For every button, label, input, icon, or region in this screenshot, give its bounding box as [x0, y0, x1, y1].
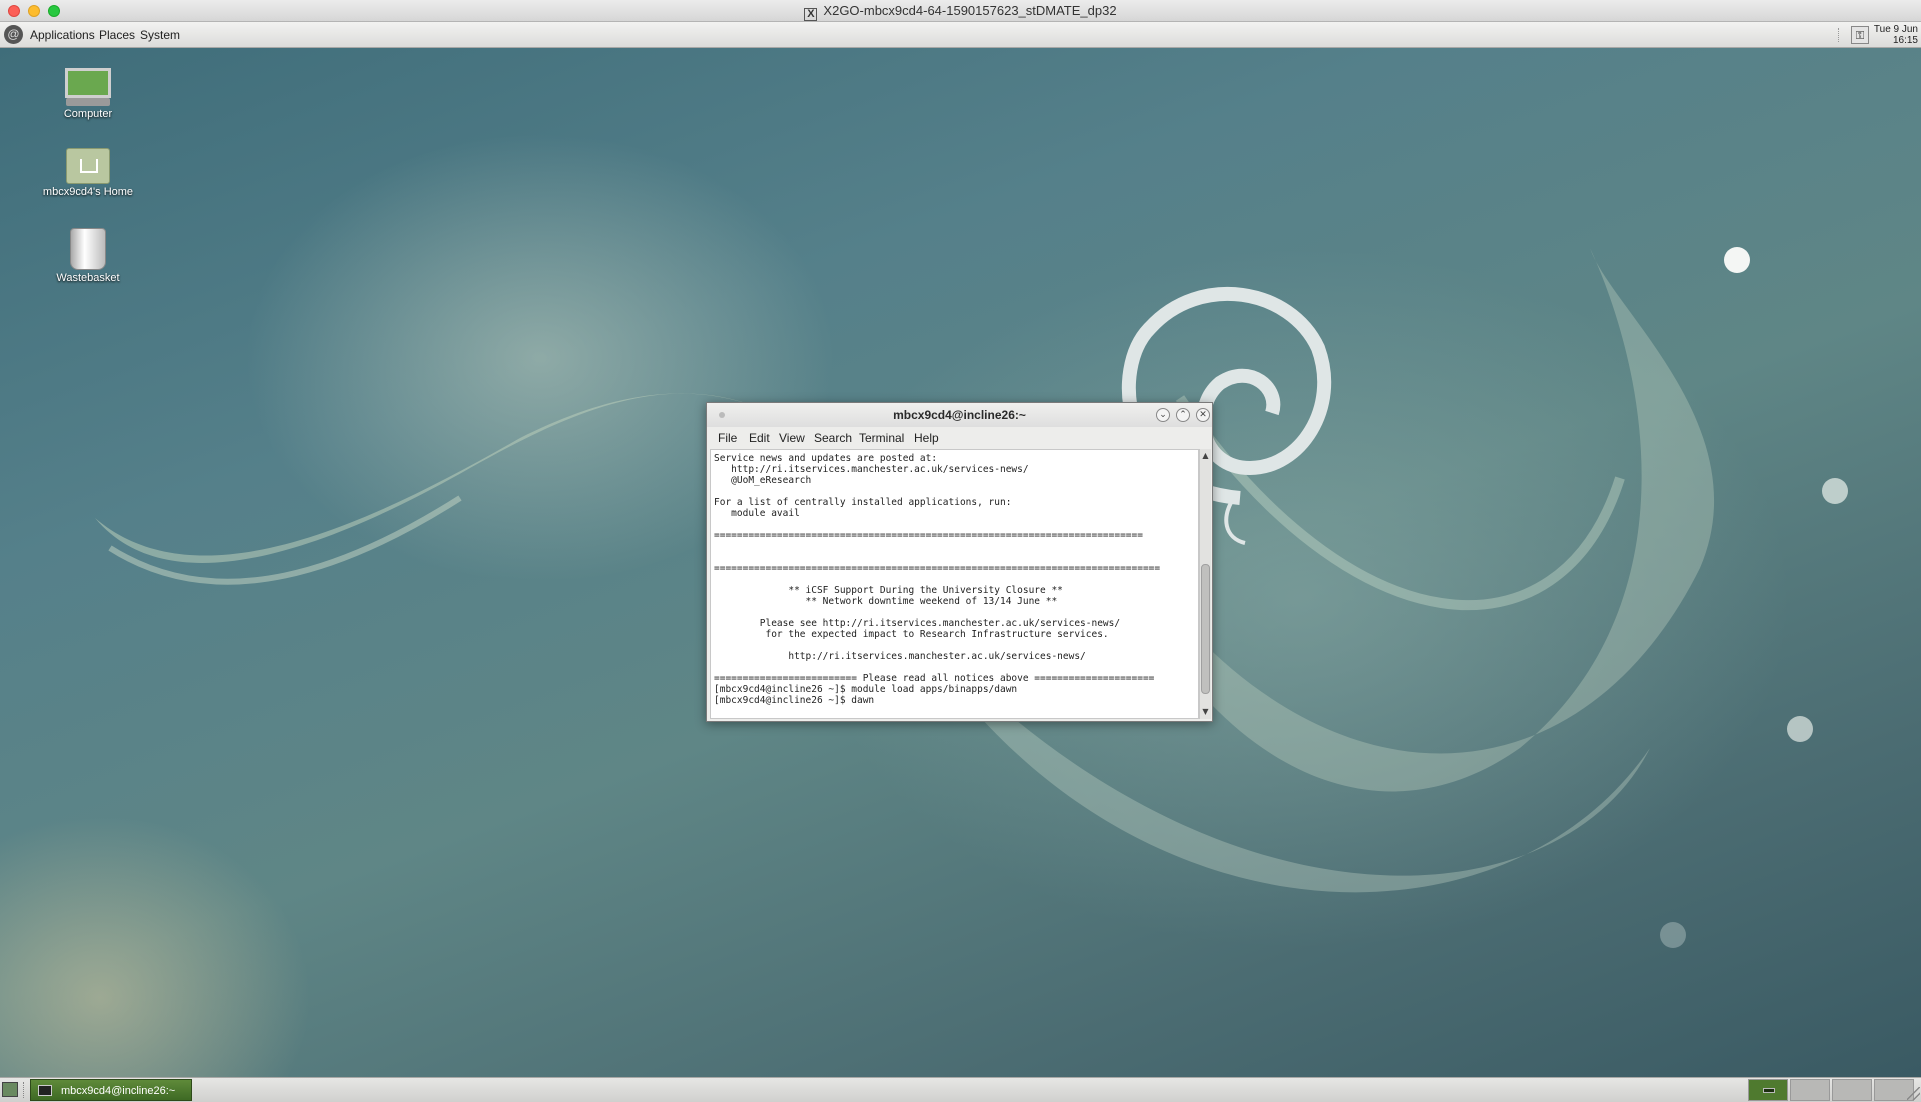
desktop-icon-label: Wastebasket: [56, 272, 120, 284]
bottom-panel: mbcx9cd4@incline26:~: [0, 1077, 1921, 1102]
trash-icon: [70, 228, 106, 270]
desktop-icon-label: Computer: [63, 108, 113, 120]
terminal-window[interactable]: mbcx9cd4@incline26:~ ⌄ ⌃ ✕ File Edit Vie…: [706, 402, 1213, 722]
x2go-tray-icon[interactable]: ⚿: [1851, 26, 1869, 44]
terminal-output[interactable]: Service news and updates are posted at: …: [710, 449, 1199, 719]
scroll-down-arrow-icon[interactable]: ▼: [1200, 705, 1211, 719]
panel-separator: [23, 1082, 26, 1098]
terminal-menubar: File Edit View Search Terminal Help: [707, 427, 1212, 449]
scroll-up-arrow-icon[interactable]: ▲: [1200, 449, 1211, 463]
terminal-scrollbar[interactable]: ▲ ▼: [1199, 449, 1211, 719]
minimize-button[interactable]: ⌄: [1156, 408, 1170, 422]
terminal-titlebar[interactable]: mbcx9cd4@incline26:~ ⌄ ⌃ ✕: [707, 403, 1212, 427]
menu-applications[interactable]: Applications: [26, 22, 99, 48]
menu-places[interactable]: Places: [95, 22, 139, 48]
home-folder-icon: [66, 148, 110, 184]
close-button[interactable]: ✕: [1196, 408, 1210, 422]
menu-view[interactable]: View: [779, 427, 805, 449]
terminal-title: mbcx9cd4@incline26:~: [893, 408, 1026, 422]
top-panel: @ Applications Places System ⚿ Tue 9 Jun…: [0, 22, 1921, 48]
taskbar-item-terminal[interactable]: mbcx9cd4@incline26:~: [30, 1079, 192, 1101]
outer-window-title: X2GO-mbcx9cd4-64-1590157623_stDMATE_dp32: [823, 3, 1117, 18]
scrollbar-thumb[interactable]: [1201, 564, 1210, 694]
panel-separator: [1838, 28, 1841, 42]
workspace-2[interactable]: [1790, 1079, 1830, 1101]
clock[interactable]: Tue 9 Jun 16:15: [1872, 24, 1921, 46]
menu-system[interactable]: System: [136, 22, 184, 48]
debian-menu-icon[interactable]: @: [4, 25, 23, 44]
show-desktop-icon[interactable]: [2, 1082, 18, 1097]
maximize-button[interactable]: ⌃: [1176, 408, 1190, 422]
desktop-icon-home[interactable]: mbcx9cd4's Home: [28, 148, 148, 198]
workspace-1[interactable]: [1748, 1079, 1788, 1101]
x11-icon: X: [804, 8, 818, 21]
resize-grip-icon[interactable]: [1907, 1087, 1920, 1100]
clock-time: 16:15: [1892, 35, 1918, 46]
terminal-icon: [38, 1085, 52, 1096]
desktop-icon-computer[interactable]: Computer: [28, 68, 148, 120]
workspace-window-mark: [1763, 1088, 1775, 1093]
workspace-3[interactable]: [1832, 1079, 1872, 1101]
outer-window-title-wrap: X X2GO-mbcx9cd4-64-1590157623_stDMATE_dp3…: [0, 0, 1921, 22]
menu-edit[interactable]: Edit: [749, 427, 770, 449]
computer-base-icon: [66, 98, 110, 106]
computer-icon: [65, 68, 111, 98]
clock-date: Tue 9 Jun: [1873, 24, 1918, 35]
menu-search[interactable]: Search: [814, 427, 852, 449]
terminal-text: Service news and updates are posted at: …: [714, 453, 1161, 706]
desktop-icon-label: mbcx9cd4's Home: [42, 186, 134, 198]
menu-help[interactable]: Help: [914, 427, 939, 449]
desktop-icon-wastebasket[interactable]: Wastebasket: [28, 228, 148, 284]
menu-terminal[interactable]: Terminal: [859, 427, 904, 449]
outer-window-titlebar[interactable]: X X2GO-mbcx9cd4-64-1590157623_stDMATE_dp3…: [0, 0, 1921, 22]
taskbar-item-label: mbcx9cd4@incline26:~: [61, 1085, 176, 1097]
menu-file[interactable]: File: [718, 427, 737, 449]
